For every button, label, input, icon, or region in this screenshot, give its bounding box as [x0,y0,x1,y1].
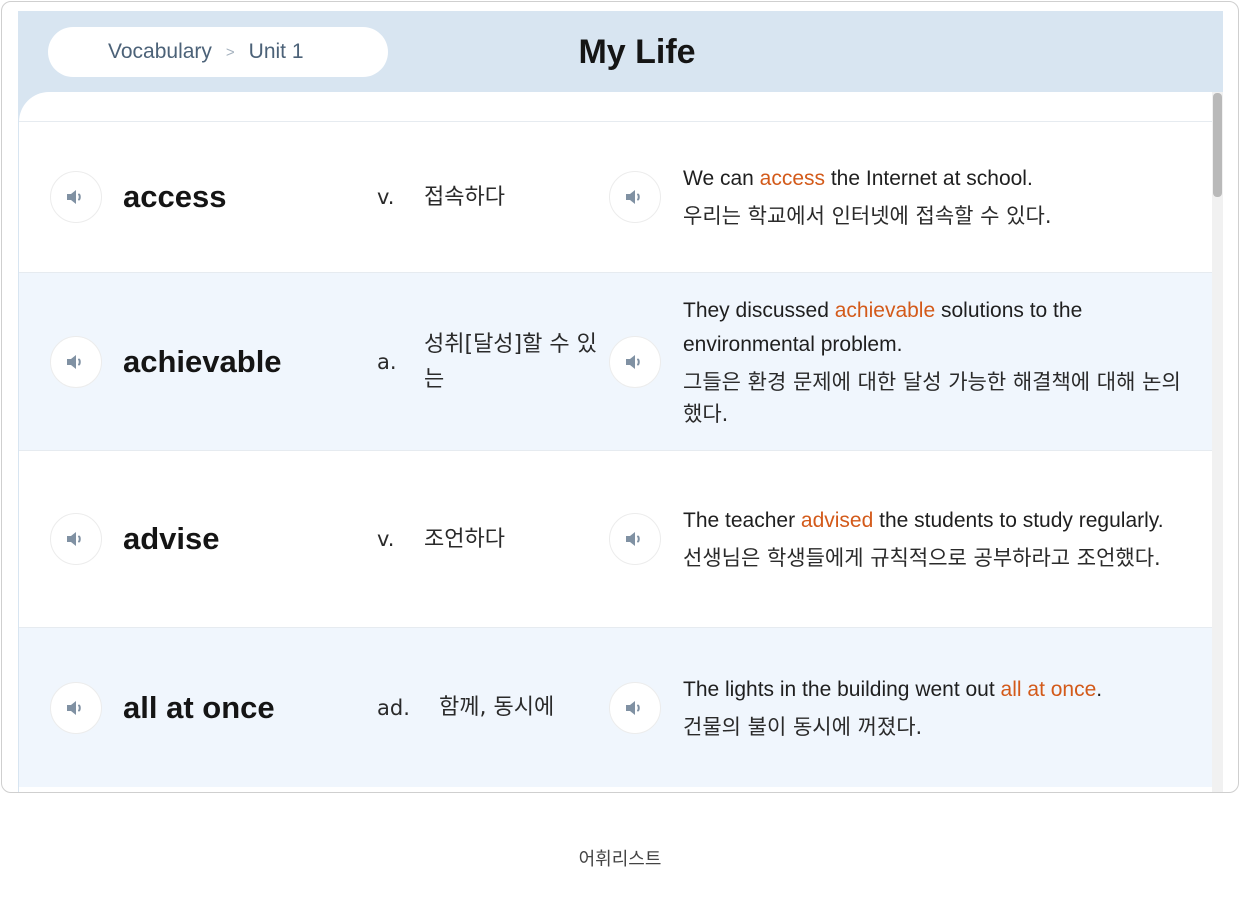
example-text: the students to study regularly. [873,509,1164,532]
example-text: The lights in the building went out [683,677,1001,701]
part-of-speech: v. [377,527,395,551]
example-english: The teacher advised the students to stud… [683,504,1193,538]
word-row-all-at-once: all at once ad. 함께, 동시에 The lights in th… [19,627,1213,787]
chevron-right-icon: > [225,43,235,61]
app-window: Vocabulary > Unit 1 My Life access v. 접속… [1,1,1239,793]
example-block: The lights in the building went out all … [683,673,1193,743]
word-row-advise: advise v. 조언하다 The teacher advised the s… [19,450,1213,627]
word-text: all at once [123,689,275,725]
part-of-speech: a. [377,349,397,374]
example-highlight: access [759,167,826,190]
breadcrumb: Vocabulary > Unit 1 [48,27,388,77]
example-highlight: all at once [1000,677,1097,701]
breadcrumb-unit[interactable]: Unit 1 [249,40,304,64]
example-text: The teacher [683,509,801,532]
example-block: The teacher advised the students to stud… [683,504,1193,574]
header: Vocabulary > Unit 1 My Life [18,11,1223,93]
speaker-icon [626,532,640,546]
example-korean: 그들은 환경 문제에 대한 달성 가능한 해결책에 대해 논의했다. [683,369,1181,426]
word-list-sheet: access v. 접속하다 We can access the Interne… [19,92,1223,792]
scrollbar-thumb[interactable] [1213,93,1222,197]
example-highlight: advised [800,509,874,532]
part-of-speech: v. [377,185,395,209]
word-audio-button[interactable] [50,335,102,388]
caption: 어휘리스트 [578,849,662,870]
sentence-audio-button[interactable] [609,335,661,388]
vocabulary-panel: Vocabulary > Unit 1 My Life access v. 접속… [18,11,1223,792]
speaker-icon [67,354,81,369]
example-text: They discussed [683,298,835,322]
speaker-icon [67,532,81,546]
example-english: They discussed achievable solutions to t… [683,294,1193,362]
word-meaning: 접속하다 [424,184,505,210]
example-korean: 선생님은 학생들에게 규칙적으로 공부하라고 조언했다. [683,546,1161,570]
example-text: . [1096,677,1103,701]
word-text: access [123,179,227,214]
word-row-access: access v. 접속하다 We can access the Interne… [19,121,1213,272]
word-audio-button[interactable] [50,681,102,734]
example-block: We can access the Internet at school. 우리… [683,162,1193,232]
example-korean: 건물의 불이 동시에 꺼졌다. [683,714,923,739]
example-english: The lights in the building went out all … [683,673,1193,707]
word-text: advise [123,521,220,556]
speaker-icon [67,190,81,204]
example-korean: 우리는 학교에서 인터넷에 접속할 수 있다. [683,204,1052,228]
speaker-icon [626,190,640,204]
breadcrumb-section[interactable]: Vocabulary [108,40,212,64]
word-row-achievable: achievable a. 성취[달성]할 수 있는 They discusse… [19,272,1213,450]
sentence-audio-button[interactable] [609,681,661,734]
example-text: the Internet at school. [825,167,1033,190]
word-meaning: 성취[달성]할 수 있는 [424,331,597,392]
scrollbar[interactable] [1212,92,1223,792]
part-of-speech: ad. [377,695,410,720]
sentence-audio-button[interactable] [609,171,661,223]
example-block: They discussed achievable solutions to t… [683,294,1193,430]
example-highlight: achievable [834,298,936,322]
word-list: access v. 접속하다 We can access the Interne… [19,121,1213,787]
word-audio-button[interactable] [50,513,102,565]
word-meaning: 함께, 동시에 [439,695,555,720]
example-text: We can [683,167,760,190]
word-audio-button[interactable] [50,171,102,223]
sentence-audio-button[interactable] [609,513,661,565]
word-text: achievable [123,343,282,379]
word-meaning: 조언하다 [424,526,505,552]
page-title: My Life [578,33,696,71]
speaker-icon [626,700,640,715]
speaker-icon [626,354,640,369]
speaker-icon [67,700,81,715]
example-english: We can access the Internet at school. [683,162,1193,196]
